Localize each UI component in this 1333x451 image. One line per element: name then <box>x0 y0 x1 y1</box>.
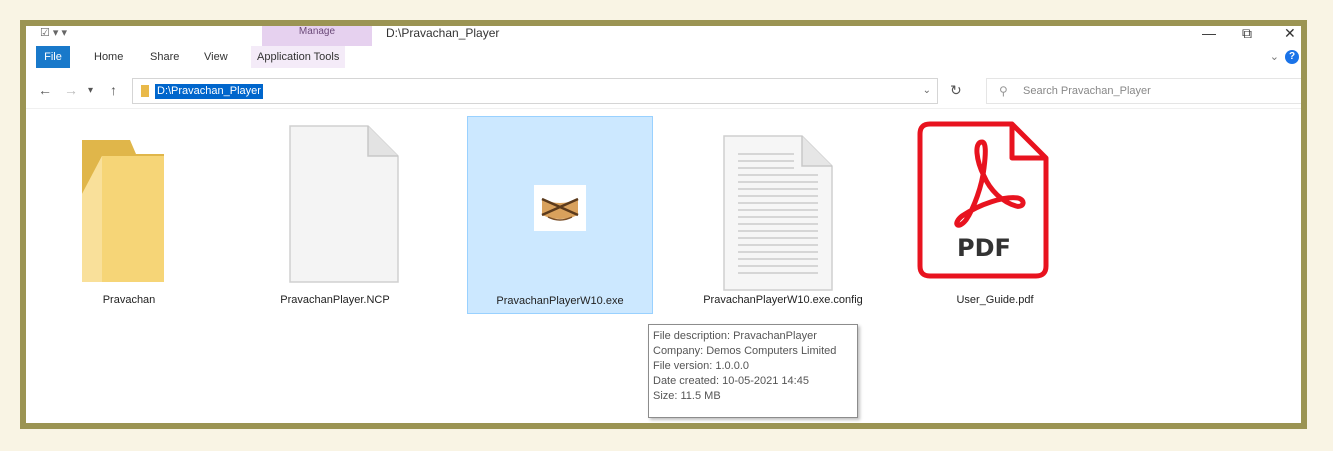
tooltip-line: Company: Demos Computers Limited <box>653 345 837 357</box>
file-tooltip: File description: PravachanPlayer Compan… <box>648 324 858 418</box>
tooltip-line: File version: 1.0.0.0 <box>653 360 749 372</box>
text-file-icon <box>723 135 833 291</box>
search-box[interactable]: ⚲ Search Pravachan_Player <box>986 78 1301 104</box>
up-icon[interactable]: ↑ <box>110 82 117 98</box>
refresh-icon[interactable]: ↻ <box>950 82 962 99</box>
minimize-icon[interactable]: — <box>1202 26 1216 40</box>
file-item-pravachanplayer-ncp[interactable]: PravachanPlayer.NCP <box>242 116 428 314</box>
tooltip-line: Size: 11.5 MB <box>653 390 721 402</box>
window-title: D:\Pravachan_Player <box>386 26 500 40</box>
file-item-pravachanplayerw10-exe-config[interactable]: PravachanPlayerW10.exe.config <box>690 116 876 314</box>
tab-share[interactable]: Share <box>150 46 179 68</box>
recent-locations-icon[interactable]: ▾ <box>88 85 93 96</box>
quick-access-toolbar[interactable]: ☑ ▾ ▾ <box>40 26 67 39</box>
address-bar[interactable]: D:\Pravachan_Player ⌄ <box>132 78 938 104</box>
tab-home[interactable]: Home <box>94 46 123 68</box>
explorer-window: ☑ ▾ ▾ Manage D:\Pravachan_Player — ⧉ ✕ F… <box>20 20 1307 429</box>
address-row: ← → ▾ ↑ D:\Pravachan_Player ⌄ ↻ ⚲ Search… <box>26 74 1301 109</box>
search-input[interactable]: Search Pravachan_Player <box>1023 85 1151 97</box>
address-path[interactable]: D:\Pravachan_Player <box>155 84 263 99</box>
ribbon-expand-icon[interactable]: ⌄ <box>1270 50 1279 63</box>
file-item-pravachan[interactable]: Pravachan <box>36 116 222 314</box>
file-name: PravachanPlayer.NCP <box>280 294 390 306</box>
folder-icon <box>82 140 164 282</box>
forward-icon[interactable]: → <box>64 82 78 98</box>
blank-file-icon <box>289 125 399 283</box>
file-name: Pravachan <box>102 294 156 306</box>
tab-view[interactable]: View <box>204 46 228 68</box>
back-icon[interactable]: ← <box>38 82 52 98</box>
tab-manage[interactable]: Manage <box>262 26 372 46</box>
tab-application-tools[interactable]: Application Tools <box>251 46 346 68</box>
file-name: PravachanPlayerW10.exe <box>496 295 624 307</box>
folder-icon <box>141 85 149 97</box>
app-icon <box>534 185 586 231</box>
file-item-user-guide-pdf[interactable]: PDF User_Guide.pdf <box>902 116 1088 314</box>
file-name: User_Guide.pdf <box>956 294 1034 306</box>
title-bar: ☑ ▾ ▾ Manage D:\Pravachan_Player — ⧉ ✕ <box>26 26 1301 46</box>
tooltip-line: Date created: 10-05-2021 14:45 <box>653 375 809 387</box>
tab-file[interactable]: File <box>36 46 70 68</box>
tooltip-line: File description: PravachanPlayer <box>653 330 817 342</box>
file-name: PravachanPlayerW10.exe.config <box>703 294 863 306</box>
ribbon-tabs: File Home Share View Application Tools <box>26 46 1301 68</box>
file-item-pravachanplayerw10-exe[interactable]: PravachanPlayerW10.exe <box>467 116 653 314</box>
search-icon: ⚲ <box>999 84 1008 98</box>
maximize-icon[interactable]: ⧉ <box>1242 26 1252 40</box>
chevron-down-icon[interactable]: ⌄ <box>923 85 931 96</box>
help-icon[interactable]: ? <box>1285 50 1299 64</box>
pdf-label: PDF <box>957 234 1011 262</box>
close-icon[interactable]: ✕ <box>1284 26 1296 40</box>
